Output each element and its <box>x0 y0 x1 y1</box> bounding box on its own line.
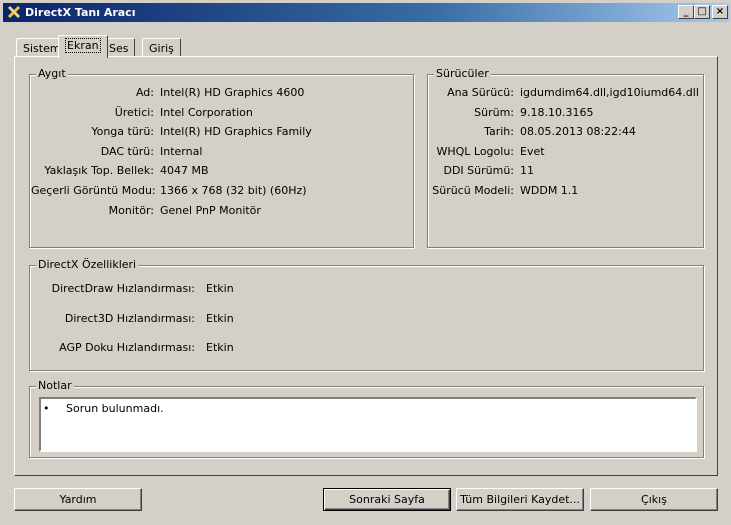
directdraw-value: Etkin <box>206 282 234 295</box>
next-page-button[interactable]: Sonraki Sayfa <box>323 488 451 511</box>
chip-type-value: Intel(R) HD Graphics Family <box>160 125 312 138</box>
drivers-group: Sürücüler <box>427 67 704 248</box>
direct3d-value: Etkin <box>206 312 234 325</box>
window-title: DirectX Tanı Aracı <box>25 6 136 19</box>
notes-item: Sorun bulunmadı. <box>66 402 164 415</box>
directdraw-label: DirectDraw Hızlandırması: <box>51 282 195 295</box>
tab-label: Ses <box>109 42 129 55</box>
main-driver-value: igdumdim64.dll,igd10iumd64.dll,igd10 <box>520 86 700 99</box>
display-mode-label: Geçerli Görüntü Modu: <box>31 184 156 197</box>
dac-type-label: DAC türü: <box>100 145 154 158</box>
save-all-button-label: Tüm Bilgileri Kaydet... <box>460 493 580 506</box>
device-group-title: Aygıt <box>36 67 68 80</box>
title-bar[interactable]: DirectX Tanı Aracı _ □ × <box>3 3 730 22</box>
notes-group-title: Notlar <box>36 379 74 392</box>
agp-value: Etkin <box>206 341 234 354</box>
driver-model-label: Sürücü Modeli: <box>432 184 514 197</box>
driver-date-value: 08.05.2013 08:22:44 <box>520 125 636 138</box>
ddi-version-value: 11 <box>520 164 534 177</box>
monitor-value: Genel PnP Monitör <box>160 204 261 217</box>
exit-button[interactable]: Çıkış <box>590 488 718 511</box>
close-button[interactable]: × <box>712 5 728 19</box>
help-button-label: Yardım <box>59 493 97 506</box>
main-driver-label: Ana Sürücü: <box>447 86 514 99</box>
help-button[interactable]: Yardım <box>14 488 142 511</box>
manufacturer-label: Üretici: <box>114 106 154 119</box>
notes-bullet: • <box>43 402 50 415</box>
save-all-info-button[interactable]: Tüm Bilgileri Kaydet... <box>456 488 584 511</box>
dac-type-value: Internal <box>160 145 203 158</box>
dxdiag-window: DirectX Tanı Aracı _ □ × Sistem Ekran Se… <box>0 0 731 525</box>
ddi-version-label: DDI Sürümü: <box>443 164 514 177</box>
next-page-button-label: Sonraki Sayfa <box>349 493 425 506</box>
features-group-title: DirectX Özellikleri <box>36 258 139 271</box>
notes-textbox[interactable]: • Sorun bulunmadı. <box>39 397 697 452</box>
tab-giris[interactable]: Giriş <box>142 38 181 57</box>
driver-model-value: WDDM 1.1 <box>520 184 579 197</box>
driver-date-label: Tarih: <box>484 125 514 138</box>
monitor-label: Monitör: <box>108 204 154 217</box>
driver-version-label: Sürüm: <box>474 106 514 119</box>
tab-label: Giriş <box>149 42 174 55</box>
memory-value: 4047 MB <box>160 164 209 177</box>
tab-ekran[interactable]: Ekran <box>58 35 108 58</box>
tab-label: Sistem <box>23 42 61 55</box>
chip-type-label: Yonga türü: <box>91 125 154 138</box>
whql-label: WHQL Logolu: <box>436 145 514 158</box>
direct3d-label: Direct3D Hızlandırması: <box>64 312 195 325</box>
manufacturer-value: Intel Corporation <box>160 106 253 119</box>
tab-label: Ekran <box>65 38 101 53</box>
dxdiag-app-icon <box>7 5 21 19</box>
maximize-button[interactable]: □ <box>694 5 710 19</box>
device-name-label: Ad: <box>135 86 154 99</box>
device-group: Aygıt <box>29 67 414 248</box>
drivers-group-title: Sürücüler <box>434 67 491 80</box>
exit-button-label: Çıkış <box>641 493 667 506</box>
device-name-value: Intel(R) HD Graphics 4600 <box>160 86 305 99</box>
agp-label: AGP Doku Hızlandırması: <box>59 341 195 354</box>
display-mode-value: 1366 x 768 (32 bit) (60Hz) <box>160 184 307 197</box>
memory-label: Yaklaşık Top. Bellek: <box>44 164 154 177</box>
driver-version-value: 9.18.10.3165 <box>520 106 594 119</box>
whql-value: Evet <box>520 145 545 158</box>
minimize-button[interactable]: _ <box>678 5 694 19</box>
